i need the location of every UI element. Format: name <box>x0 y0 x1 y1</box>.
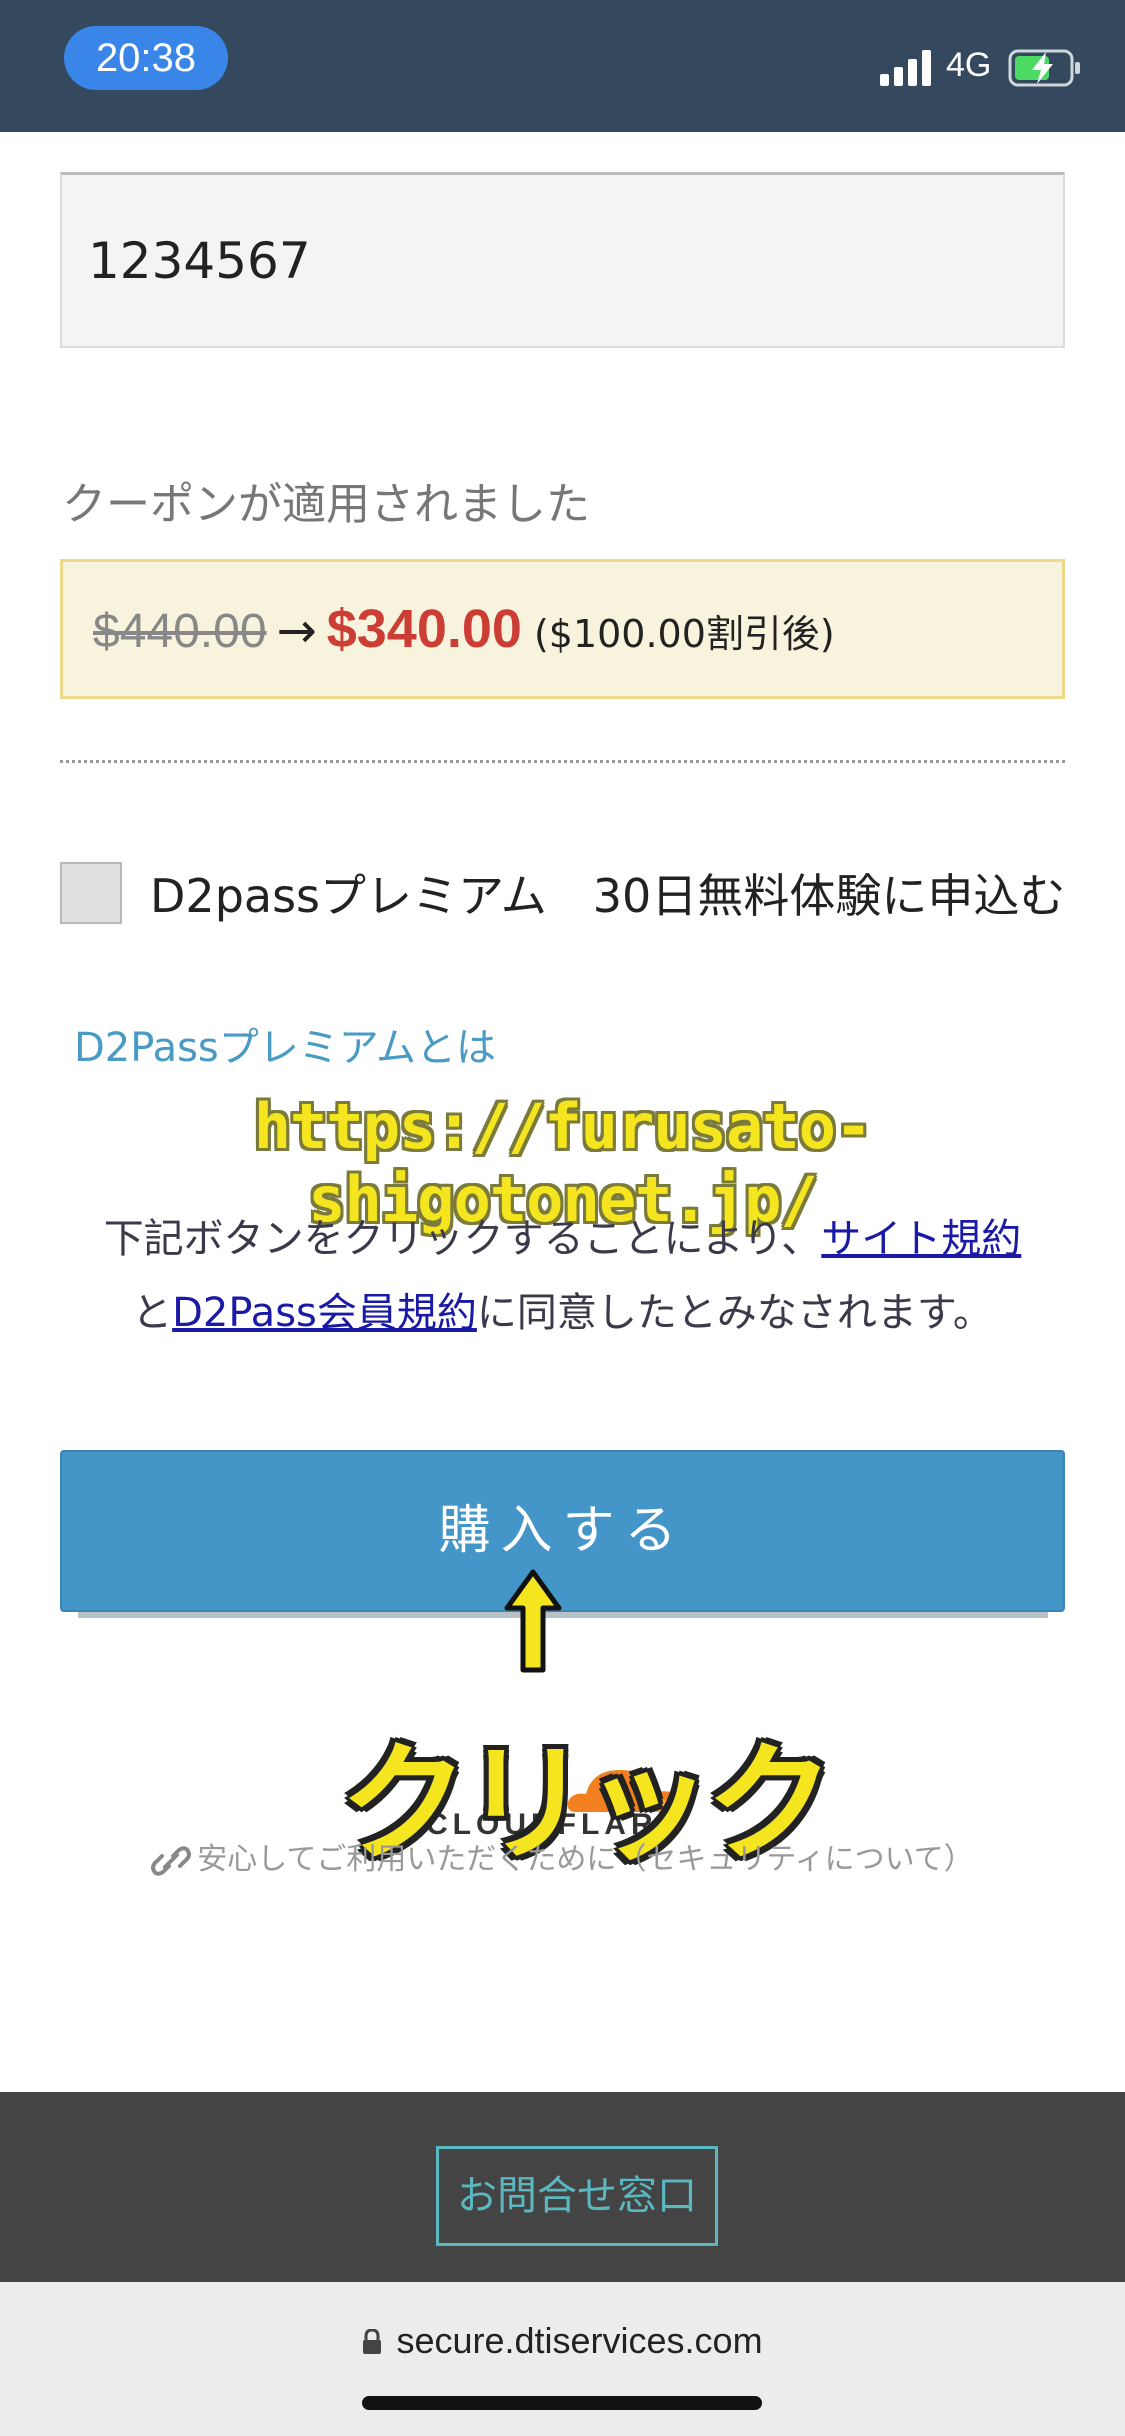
home-indicator[interactable] <box>362 2396 762 2410</box>
status-bar: 20:38 4G <box>0 0 1125 132</box>
url-text: secure.dtiservices.com <box>396 2320 763 2361</box>
security-info[interactable]: 安心してご利用いただくために（セキュリティについて） <box>0 1834 1125 1878</box>
footer: お問合せ窓口 <box>0 2092 1125 2292</box>
signal-icon <box>880 50 931 86</box>
member-terms-link[interactable]: D2Pass会員規約 <box>172 1290 477 1336</box>
site-terms-link[interactable]: サイト規約 <box>821 1216 1021 1262</box>
price-summary-box: $440.00 → $340.00 ($100.00割引後) <box>60 559 1065 699</box>
premium-info-link[interactable]: D2Passプレミアムとは <box>74 1015 496 1073</box>
price-arrow: → <box>276 603 317 659</box>
old-price: $440.00 <box>93 605 267 658</box>
premium-trial-label[interactable]: D2passプレミアム 30日無料体験に申込む <box>62 860 1072 932</box>
coupon-code-input[interactable] <box>60 172 1065 348</box>
agreement-text-2: と <box>132 1290 173 1336</box>
status-time: 20:38 <box>64 26 228 90</box>
security-link[interactable]: 安心してご利用いただくために（セキュリティについて） <box>197 1842 973 1877</box>
agreement-text-1: 下記ボタンをクリックすることにより、 <box>103 1216 822 1262</box>
coupon-applied-label: クーポンが適用されました <box>62 479 590 530</box>
terms-agreement: 下記ボタンをクリックすることにより、サイト規約とD2Pass会員規約に同意したと… <box>60 1202 1065 1350</box>
new-price: $340.00 <box>326 599 522 659</box>
agreement-text-3: に同意したとみなされます。 <box>476 1290 993 1336</box>
premium-trial-checkbox[interactable] <box>60 862 122 924</box>
contact-button[interactable]: お問合せ窓口 <box>436 2146 718 2246</box>
divider <box>60 760 1065 763</box>
browser-address-bar: secure.dtiservices.com <box>0 2282 1125 2436</box>
discount-note: ($100.00割引後) <box>533 612 835 656</box>
network-type: 4G <box>946 46 992 84</box>
lock-icon <box>363 2329 382 2354</box>
price-line: $440.00 → $340.00 ($100.00割引後) <box>93 562 835 709</box>
up-arrow-icon <box>504 1569 562 1673</box>
battery-charging-icon <box>1008 49 1080 87</box>
url-display[interactable]: secure.dtiservices.com <box>0 2320 1125 2362</box>
link-icon <box>151 1845 192 1876</box>
